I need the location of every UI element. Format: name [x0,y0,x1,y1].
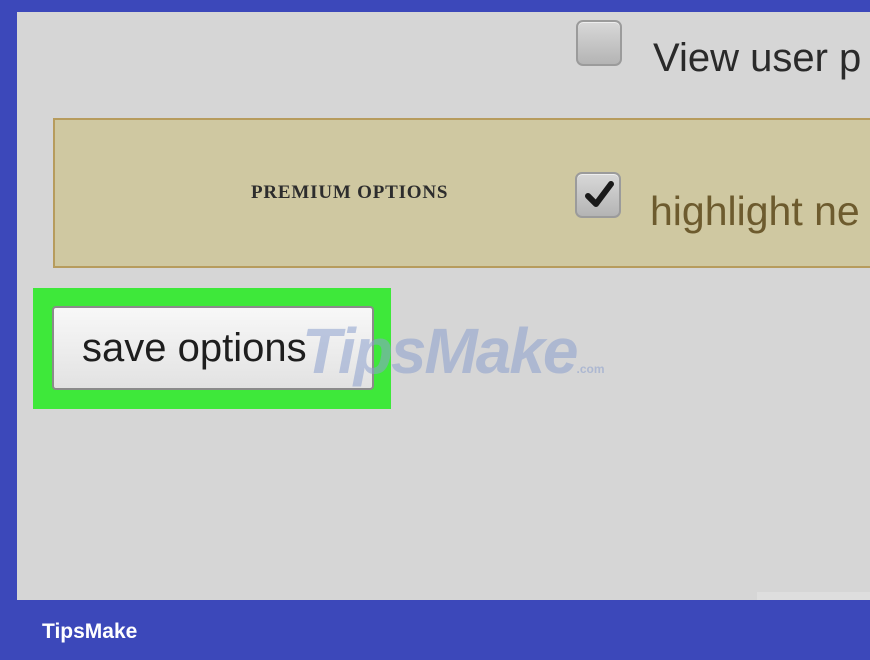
premium-options-title: PREMIUM OPTIONS [251,182,449,203]
premium-options-panel: PREMIUM OPTIONS highlight ne [53,118,870,268]
highlight-checkbox[interactable] [575,172,621,218]
view-user-checkbox[interactable] [576,20,622,66]
watermark-suffix: .com [576,362,605,376]
footer-brand: TipsMake [42,620,138,643]
scroll-edge [757,592,870,600]
checkmark-icon [585,181,614,207]
watermark-text: TipsMake [302,315,578,387]
frame-border: View user p PREMIUM OPTIONS highlight ne… [0,0,870,660]
watermark: TipsMake.com [302,314,605,388]
view-user-label: View user p [653,36,862,80]
settings-screen: View user p PREMIUM OPTIONS highlight ne… [17,12,870,600]
highlight-label: highlight ne [650,188,860,234]
